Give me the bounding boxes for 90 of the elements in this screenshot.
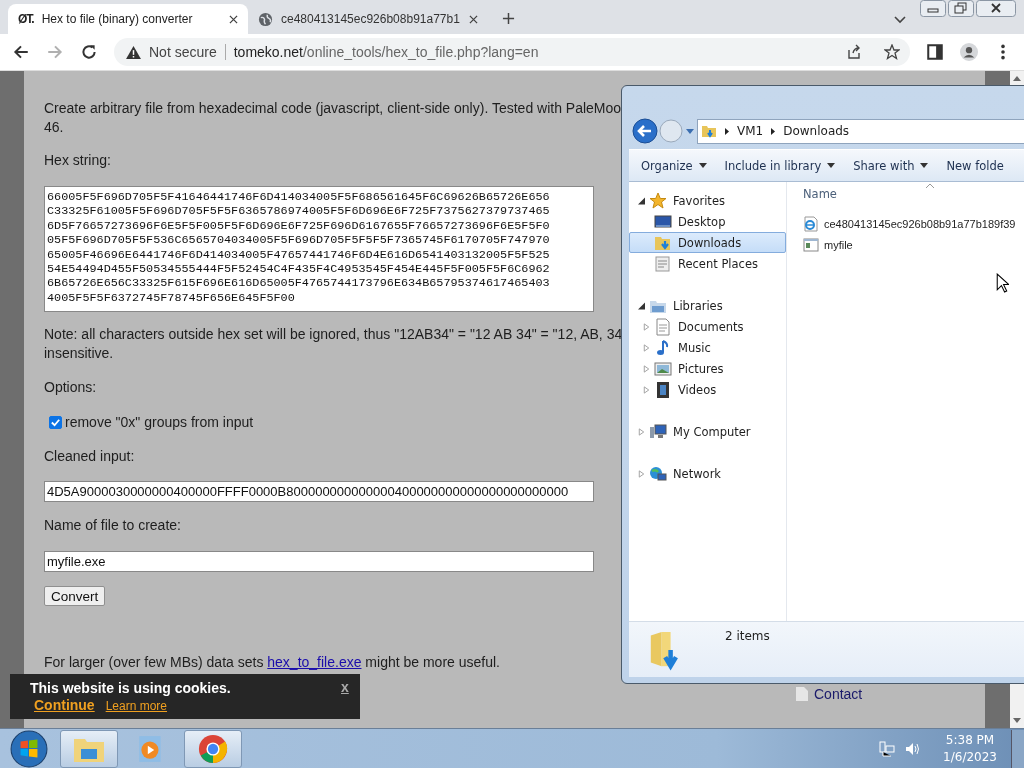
cleaned-label: Cleaned input: bbox=[44, 447, 135, 466]
intro-text: Create arbitrary file from hexadecimal code (javascript, client-side only). Tested with PaleMoo 46. bbox=[44, 99, 622, 137]
share-icon[interactable] bbox=[846, 44, 862, 60]
caret-icon bbox=[698, 163, 707, 168]
hex-field[interactable]: 66005F5F696D705F5F41646441746F6D414034005F5F686561645F6C69626B65726E656 C33325F61005F5F696D705F5F5F6365786974005F5F6D696E6F725F7375627379737465 6D5F76657273696F6E5F5F005F5F6D696E6F725F696D6167655F76657273696F6E5F5F0 05F5F696D705F5F536C6565704034005F5F696D705F5F5F5F7365745F6170705F747970 65005F46696E6441746F6D414034005F47657441746F6D4E616D6541403132005F5F525 54E54494D455F50534555444F5F52454C4F435F4C4953545F454E445F5F005F5F6C6962 6B65726E656C33325F615F696E616D65005F4765744173796E634B65795374617465403 4005F5F5F6372745F78745F656E645F5F00 bbox=[44, 186, 594, 312]
caret-icon bbox=[827, 163, 836, 168]
computer-icon bbox=[649, 422, 667, 441]
file-item[interactable]: ce480413145ec926b08b91a77b189f39 bbox=[803, 213, 1024, 234]
side-panel-icon[interactable] bbox=[926, 43, 944, 61]
scroll-down-icon[interactable] bbox=[1013, 718, 1021, 723]
footer-text: For larger (over few MBs) data sets hex_to_file.exe might be more useful. bbox=[44, 653, 500, 672]
convert-button[interactable]: Convert bbox=[44, 586, 106, 606]
back-icon[interactable] bbox=[632, 118, 658, 144]
nav-item[interactable]: Videos bbox=[629, 379, 786, 400]
nav-item[interactable]: Downloads bbox=[629, 232, 786, 253]
dropdown-icon[interactable] bbox=[686, 128, 694, 134]
chrome-taskbar-button[interactable] bbox=[184, 729, 242, 768]
documents-icon bbox=[654, 317, 672, 336]
toolbar-button[interactable]: Organize bbox=[635, 154, 713, 177]
minimize-icon[interactable] bbox=[920, 0, 946, 17]
download-link[interactable]: hex_to_file.exe bbox=[267, 654, 362, 670]
filename-label: Name of file to create: bbox=[44, 516, 181, 535]
toolbar-button[interactable]: New folde bbox=[940, 154, 1010, 177]
nav-item[interactable]: Pictures bbox=[629, 358, 786, 379]
chrome-icon bbox=[197, 733, 229, 764]
close-link[interactable]: x bbox=[341, 679, 349, 695]
expanded-icon[interactable] bbox=[638, 301, 645, 310]
close-icon[interactable] bbox=[976, 0, 1016, 17]
favorites-icon bbox=[649, 191, 667, 210]
browser-tab[interactable]: ce480413145ec926b08b91a77b1 bbox=[248, 4, 488, 34]
chevron-down-icon[interactable] bbox=[894, 16, 906, 24]
nav-item[interactable]: Recent Places bbox=[629, 253, 786, 274]
cookie-message: This website is using cookies. bbox=[30, 679, 232, 697]
breadcrumb-item[interactable]: Downloads bbox=[783, 124, 850, 138]
hex-label: Hex string: bbox=[44, 151, 111, 170]
learn-more-link[interactable]: Learn more bbox=[105, 699, 168, 713]
chevron-right-icon bbox=[771, 127, 776, 135]
address-field[interactable]: Not secure tomeko.net/online_tools/hex_to_file.php?lang=en bbox=[114, 38, 910, 66]
sort-caret-icon bbox=[926, 184, 934, 188]
mouse-cursor-icon bbox=[996, 273, 1009, 293]
chevron-right-icon bbox=[725, 127, 729, 135]
sidebar-link[interactable]: Contact bbox=[814, 686, 863, 702]
application-icon bbox=[803, 236, 819, 253]
start-button[interactable] bbox=[10, 729, 48, 768]
nav-item[interactable]: My Computer bbox=[629, 421, 786, 442]
breadcrumb-bar[interactable]: VM1 Downloads bbox=[697, 118, 1024, 144]
breadcrumb-item[interactable]: VM1 bbox=[737, 124, 764, 138]
close-icon[interactable] bbox=[469, 14, 478, 24]
file-item[interactable]: myfile bbox=[803, 234, 1024, 255]
nav-item[interactable]: Desktop bbox=[629, 211, 786, 232]
globe-icon bbox=[258, 11, 273, 27]
profile-icon[interactable] bbox=[960, 43, 978, 61]
show-desktop-button[interactable] bbox=[1011, 729, 1024, 768]
cleaned-input-field[interactable]: 4D5A9000030000000400000FFFF0000B800000000000000400000000000000000000000 bbox=[44, 481, 594, 502]
filename-field[interactable]: myfile.exe bbox=[44, 551, 594, 572]
explorer-taskbar-button[interactable] bbox=[60, 729, 118, 768]
warning-icon bbox=[126, 45, 141, 59]
caret-icon bbox=[920, 163, 929, 168]
options-label: Options: bbox=[44, 378, 97, 397]
toolbar-button[interactable]: Share with bbox=[847, 154, 935, 177]
web-document-icon bbox=[803, 215, 819, 232]
nav-item[interactable]: Libraries bbox=[629, 295, 786, 316]
continue-link[interactable]: Continue bbox=[34, 697, 95, 713]
expanded-icon[interactable] bbox=[638, 196, 645, 205]
videos-icon bbox=[654, 380, 672, 399]
pictures-icon bbox=[654, 359, 672, 378]
note-text: Note: all characters outside hex set will be ignored, thus "12AB34" = "12 AB 34" = "12, AB, 34 insensitive. bbox=[44, 325, 623, 363]
desktop-icon bbox=[654, 212, 672, 231]
star-icon[interactable] bbox=[884, 44, 900, 60]
checkbox[interactable] bbox=[49, 416, 62, 429]
nav-item[interactable]: Favorites bbox=[629, 190, 786, 211]
new-tab-icon[interactable] bbox=[502, 12, 515, 25]
item-count: 2 items bbox=[725, 629, 770, 643]
network-icon bbox=[649, 464, 667, 483]
checkbox-label: remove "0x" groups from input bbox=[65, 413, 254, 432]
close-icon[interactable] bbox=[229, 14, 238, 24]
nav-item[interactable]: Music bbox=[629, 337, 786, 358]
scroll-up-icon[interactable] bbox=[1013, 76, 1021, 81]
nav-item[interactable]: Documents bbox=[629, 316, 786, 337]
network-icon[interactable] bbox=[879, 740, 896, 757]
restore-icon[interactable] bbox=[948, 0, 974, 17]
toolbar-button[interactable]: Include in library bbox=[718, 154, 842, 177]
reload-icon[interactable] bbox=[80, 43, 98, 61]
browser-tab[interactable]: ØT. Hex to file (binary) converter bbox=[8, 4, 248, 34]
nav-item[interactable]: Network bbox=[629, 463, 786, 484]
column-header[interactable]: Name bbox=[803, 186, 1024, 203]
back-icon[interactable] bbox=[12, 43, 30, 61]
recent-icon bbox=[654, 254, 672, 273]
page-icon bbox=[796, 687, 808, 701]
folder-icon bbox=[701, 123, 717, 139]
